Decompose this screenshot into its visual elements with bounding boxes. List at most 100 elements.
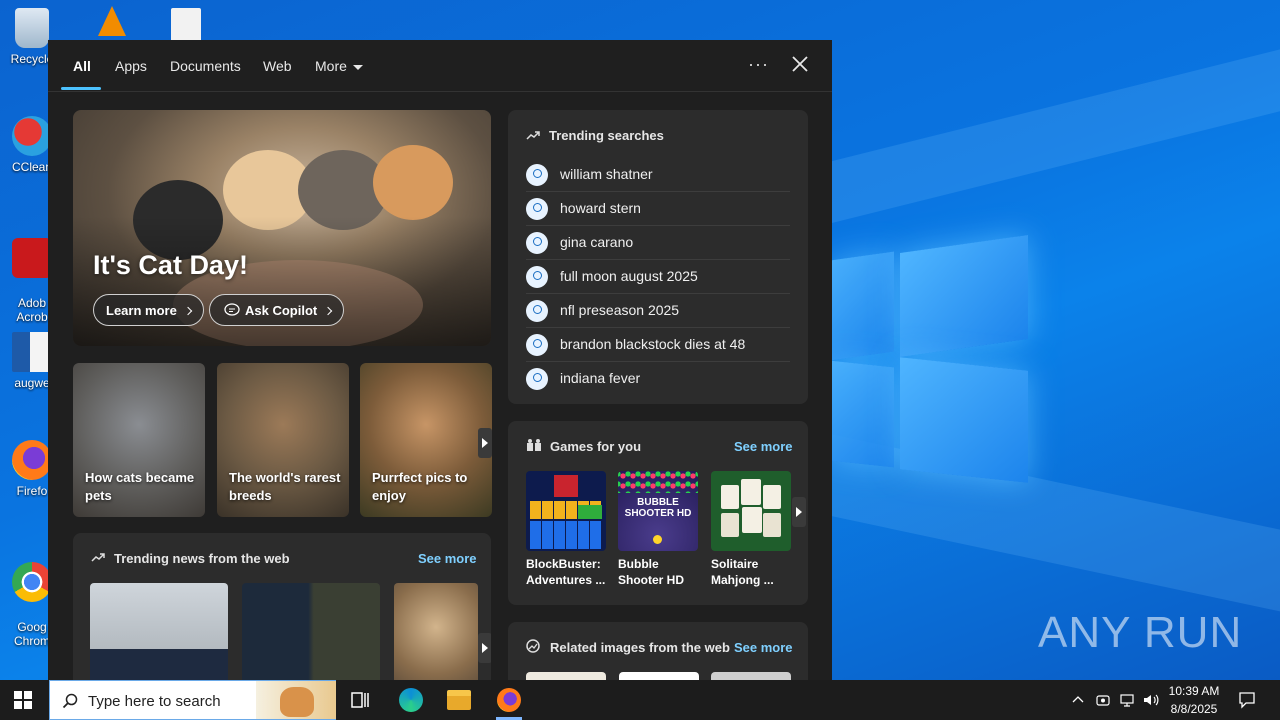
notifications-icon[interactable] [1238,691,1256,709]
desktop-icon-label: CClean [11,160,53,174]
tab-all[interactable]: All [73,58,91,74]
related-image-thumbnail[interactable] [711,672,791,680]
tiles-next-button[interactable] [478,428,492,458]
cat-day-hero-card[interactable]: It's Cat Day! Learn more Ask Copilot [73,110,491,346]
chevron-down-icon [352,64,363,70]
desktop-icon-vlc[interactable] [92,6,132,40]
news-see-more-link[interactable]: See more [418,551,477,566]
tile-label: Purrfect pics to enjoy [372,470,468,503]
trending-item[interactable]: gina carano [526,226,790,260]
hero-title: It's Cat Day! [93,250,248,280]
meet-now-icon[interactable] [1095,692,1111,708]
volume-icon[interactable] [1142,692,1160,708]
tab-documents[interactable]: Documents [170,58,241,74]
games-see-more-link[interactable]: See more [734,439,793,454]
tile-rarest-breeds[interactable]: The world's rarest breeds [217,363,349,517]
trending-searches-card: Trending searches william shatner howard… [508,110,808,404]
search-placeholder: Type here to search [88,693,221,710]
trending-item[interactable]: brandon blackstock dies at 48 [526,328,790,362]
chevron-right-icon [323,306,333,316]
search-tabs-bar: All Apps Documents Web More ··· [48,40,832,92]
trending-item-label: william shatner [560,166,653,182]
taskbar-search-box[interactable]: Type here to search [49,680,336,720]
word-document-icon [12,332,52,372]
firefox-icon [12,440,52,480]
chat-bubble-icon [224,303,240,316]
task-view-icon[interactable] [348,688,372,712]
ask-copilot-button[interactable]: Ask Copilot [209,294,345,326]
desktop-icon-label: Recycle [10,52,54,66]
game-name: Solitaire Mahjong ... [711,557,774,587]
chrome-icon [12,562,52,602]
network-icon[interactable] [1119,692,1135,708]
tile-how-cats-became-pets[interactable]: How cats became pets [73,363,205,517]
ask-copilot-label: Ask Copilot [245,303,318,318]
game-solitaire-mahjong[interactable]: Solitaire Mahjong ... [711,471,791,588]
edge-icon[interactable] [399,688,423,712]
desktop-icon-label: Adob Acrob [16,296,48,324]
search-icon [526,232,548,254]
clock-date[interactable]: 8/8/2025 [1165,702,1223,716]
trending-arrow-icon [526,131,540,140]
trending-item[interactable]: full moon august 2025 [526,260,790,294]
ccleaner-icon [12,116,52,156]
news-thumbnail[interactable] [242,583,380,680]
news-next-button[interactable] [478,633,491,663]
related-see-more-link[interactable]: See more [734,640,793,655]
clock-time[interactable]: 10:39 AM [1165,684,1223,698]
image-search-icon [526,639,540,653]
related-image-thumbnail[interactable] [619,672,699,680]
adobe-acrobat-icon [12,238,52,278]
search-icon [62,693,78,709]
tab-more-label: More [315,58,347,74]
trending-item[interactable]: nfl preseason 2025 [526,294,790,328]
games-next-button[interactable] [792,497,806,527]
taskbar: Type here to search 10:39 AM 8/8/2025 [0,680,1280,720]
more-options-icon[interactable]: ··· [748,54,769,75]
game-name: BlockBuster: Adventures ... [526,557,606,587]
trending-item[interactable]: indiana fever [526,362,790,396]
search-icon [526,266,548,288]
related-section-title: Related images from the web [550,640,730,655]
search-icon [526,164,548,186]
trending-news-card: Trending news from the web See more [73,533,491,680]
trending-item-label: full moon august 2025 [560,268,698,284]
related-images-card: Related images from the web See more [508,622,808,680]
vlc-icon [98,6,126,36]
game-name: Bubble Shooter HD [618,557,684,587]
tile-label: How cats became pets [85,470,195,503]
search-icon [526,334,548,356]
trending-item-label: nfl preseason 2025 [560,302,680,318]
tab-more[interactable]: More [315,58,363,74]
search-icon [526,198,548,220]
tab-apps[interactable]: Apps [115,58,147,74]
games-section-title: Games for you [550,439,642,454]
trending-item[interactable]: howard stern [526,192,790,226]
chevron-up-icon[interactable] [1072,695,1084,703]
search-icon [526,368,548,390]
game-blockbuster[interactable]: BlockBuster: Adventures ... [526,471,606,588]
active-tab-indicator [61,87,101,90]
file-explorer-icon[interactable] [447,690,471,710]
trending-item-label: gina carano [560,234,634,250]
trending-item-label: howard stern [560,200,641,216]
trending-item[interactable]: william shatner [526,158,790,192]
windows-start-icon[interactable] [14,691,32,709]
related-image-thumbnail[interactable] [526,672,606,680]
tab-web[interactable]: Web [263,58,292,74]
games-icon [527,439,541,451]
games-for-you-card: Games for you See more BlockBuster: Adve… [508,421,808,605]
news-thumbnail[interactable] [90,583,228,680]
news-thumbnail[interactable] [394,583,478,680]
tile-purrfect-pics[interactable]: Purrfect pics to enjoy [360,363,492,517]
learn-more-button[interactable]: Learn more [93,294,204,326]
game-thumbnail: BUBBLE SHOOTER HD [618,471,698,551]
close-icon[interactable] [790,54,810,74]
firefox-icon[interactable] [497,688,521,712]
desktop-icon-label: Firefo [16,484,48,498]
game-thumbnail [711,471,791,551]
desktop-icon-label: augwe [14,376,50,390]
trending-arrow-icon [91,553,105,562]
game-bubble-shooter[interactable]: BUBBLE SHOOTER HD Bubble Shooter HD [618,471,698,588]
chevron-right-icon [482,643,488,653]
